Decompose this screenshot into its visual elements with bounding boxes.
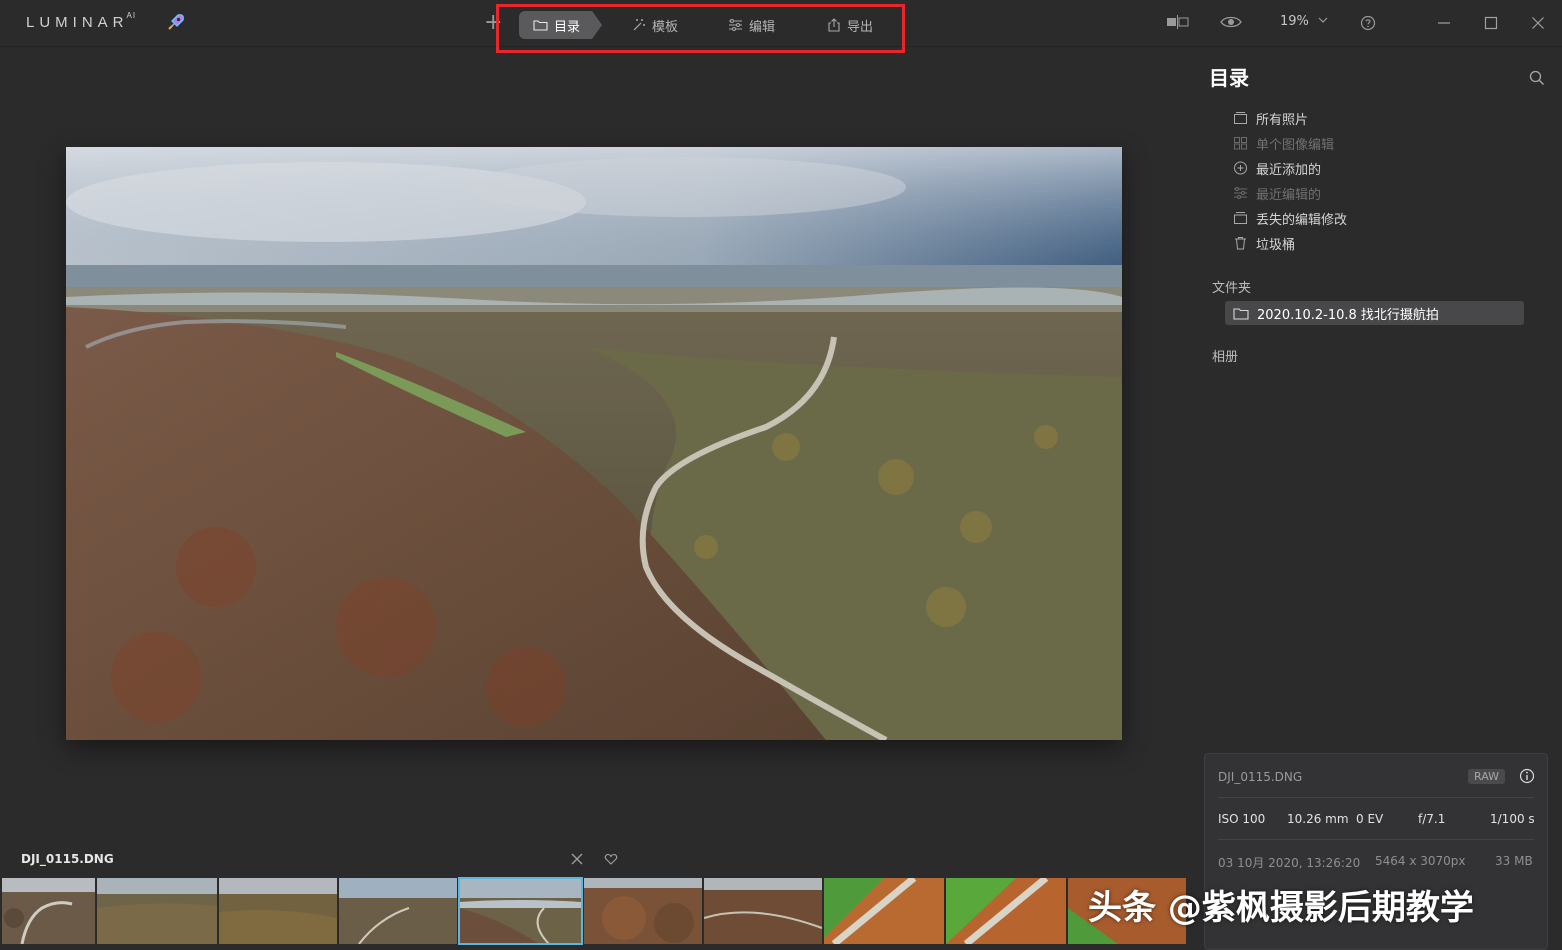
thumbnail-image: [946, 878, 1066, 944]
filmstrip-thumbnail[interactable]: [219, 878, 337, 944]
landscape-image: [66, 147, 1122, 740]
info-icon[interactable]: [1519, 768, 1535, 784]
thumbnail-image: [97, 878, 217, 944]
catalog-item-lost-edits[interactable]: 丢失的编辑修改: [1233, 208, 1347, 228]
capture-date: 03 10月 2020, 13:26:20: [1218, 856, 1361, 870]
folder-item[interactable]: 2020.10.2-10.8 找北行摄航拍: [1225, 301, 1524, 325]
catalog-item-label: 所有照片: [1256, 112, 1309, 128]
heart-icon[interactable]: [604, 852, 618, 866]
close-icon[interactable]: [1531, 16, 1545, 30]
search-icon[interactable]: [1529, 70, 1545, 86]
divider: [1218, 839, 1534, 840]
thumbnail-image: [219, 878, 337, 944]
photos-icon: [1234, 112, 1247, 124]
compare-icon[interactable]: [1166, 13, 1190, 31]
exif-aperture: f/7.1: [1418, 812, 1446, 826]
catalog-item-label: 最近编辑的: [1256, 187, 1322, 203]
filmstrip-thumbnail[interactable]: [704, 878, 822, 944]
thumbnail-image: [459, 878, 582, 944]
trash-icon: [1235, 237, 1246, 250]
maximize-icon[interactable]: [1484, 16, 1498, 30]
filmstrip-thumbnail[interactable]: [97, 878, 217, 944]
catalog-item-all-photos[interactable]: 所有照片: [1233, 108, 1308, 128]
catalog-item-recently-added[interactable]: 最近添加的: [1233, 158, 1321, 178]
thumbnail-image: [584, 878, 702, 944]
chevron-down-icon[interactable]: [1318, 16, 1328, 24]
minimize-icon[interactable]: [1437, 16, 1451, 30]
divider: [1218, 797, 1534, 798]
filmstrip-thumbnail[interactable]: [2, 878, 95, 944]
exif-focal-length: 10.26 mm: [1287, 812, 1349, 826]
file-size: 33 MB: [1495, 854, 1533, 868]
info-filename: DJI_0115.DNG: [1218, 770, 1303, 784]
catalog-item-single-edits[interactable]: 单个图像编辑: [1233, 133, 1334, 153]
image-dimensions: 5464 x 3070px: [1375, 854, 1466, 868]
catalog-item-label: 最近添加的: [1256, 162, 1322, 178]
filmstrip-thumbnail[interactable]: [946, 878, 1066, 944]
exif-exposure-bias: 0 EV: [1356, 812, 1384, 826]
main-photo[interactable]: [66, 147, 1122, 740]
thumbnail-image: [704, 878, 822, 944]
filmstrip-thumbnail[interactable]: [584, 878, 702, 944]
rocket-icon[interactable]: [166, 12, 186, 32]
app-logo: LUMINARAI: [26, 11, 137, 31]
catalog-item-label: 单个图像编辑: [1256, 137, 1335, 153]
annotation-highlight-box: [496, 4, 905, 53]
filmstrip-thumbnail-selected[interactable]: [458, 877, 583, 945]
filmstrip-thumbnail[interactable]: [824, 878, 944, 944]
folders-heading: 文件夹: [1212, 281, 1252, 296]
exif-shutter: 1/100 s: [1490, 812, 1535, 826]
folder-label: 2020.10.2-10.8 找北行摄航拍: [1257, 307, 1439, 323]
albums-heading[interactable]: 相册: [1212, 346, 1238, 365]
sliders-icon: [1234, 187, 1247, 199]
thumbnail-image: [824, 878, 944, 944]
catalog-title: 目录: [1209, 66, 1249, 90]
catalog-item-trash[interactable]: 垃圾桶: [1233, 233, 1295, 253]
raw-badge: RAW: [1468, 769, 1505, 784]
plus-circle-icon: [1234, 161, 1247, 175]
folder-icon: [1233, 307, 1249, 320]
filmstrip-current-filename: DJI_0115.DNG: [21, 852, 114, 866]
eye-icon[interactable]: [1220, 13, 1242, 31]
help-icon[interactable]: [1360, 15, 1376, 31]
catalog-item-recently-edited[interactable]: 最近编辑的: [1233, 183, 1321, 203]
zoom-level[interactable]: 19%: [1280, 14, 1309, 29]
stack-icon: [1234, 212, 1247, 224]
thumbnail-image: [2, 878, 95, 944]
watermark-text: 头条 @紫枫摄影后期教学: [1088, 888, 1474, 928]
reject-icon[interactable]: [570, 852, 584, 866]
grid-icon: [1234, 137, 1247, 150]
filmstrip-thumbnail[interactable]: [339, 878, 457, 944]
catalog-item-label: 垃圾桶: [1256, 237, 1296, 253]
thumbnail-image: [339, 878, 457, 944]
catalog-item-label: 丢失的编辑修改: [1256, 212, 1348, 228]
exif-iso: ISO 100: [1218, 812, 1266, 826]
